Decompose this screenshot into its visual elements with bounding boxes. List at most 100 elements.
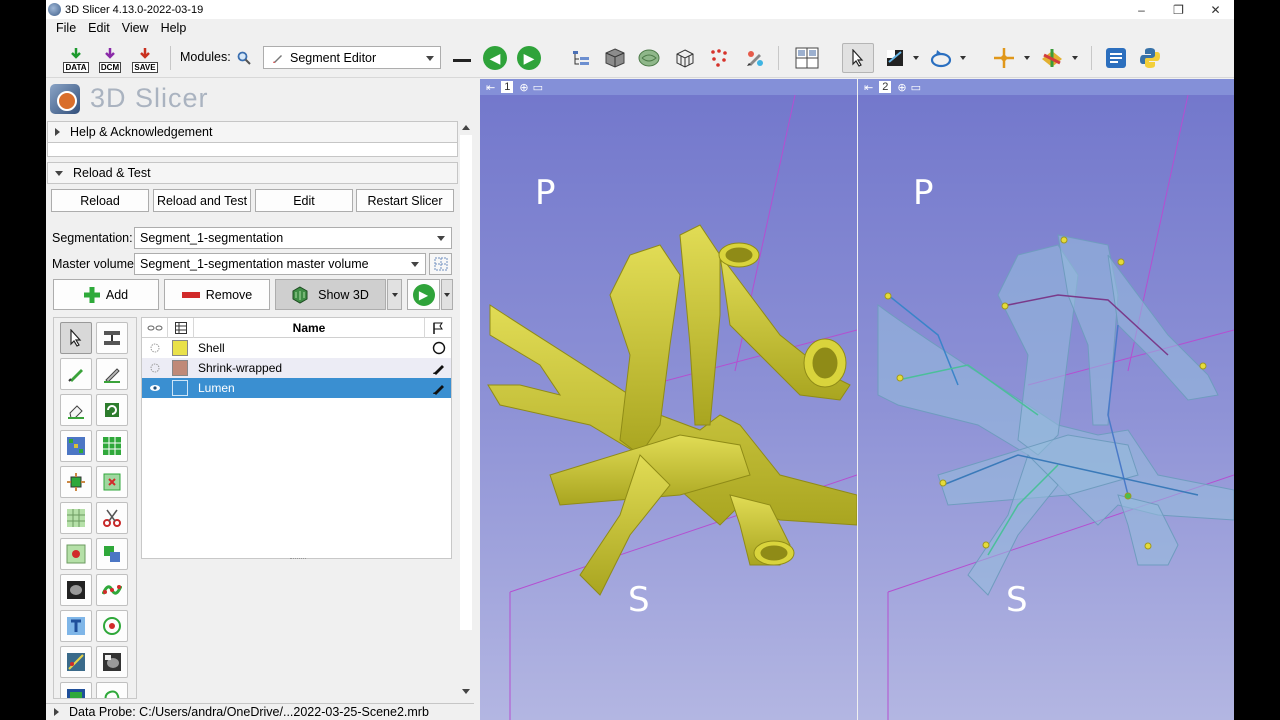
menu-help[interactable]: Help <box>155 21 193 35</box>
segment-color-swatch[interactable] <box>172 338 192 358</box>
back-module-button[interactable]: ◀ <box>481 38 509 78</box>
add-segment-button[interactable]: Add <box>53 279 159 310</box>
volumes-module-button[interactable] <box>603 38 627 78</box>
segment-row-lumen[interactable]: Lumen <box>142 378 451 398</box>
effect-fill-between-slices-button[interactable] <box>96 430 128 462</box>
markups-module-button[interactable] <box>707 38 731 78</box>
switch-to-segmentations-button[interactable]: ▶ <box>407 279 440 310</box>
segment-row-shrink-wrapped[interactable]: Shrink-wrapped <box>142 358 451 378</box>
effect-split-volume-button[interactable] <box>60 682 92 698</box>
transforms-module-button[interactable] <box>673 38 697 78</box>
menu-file[interactable]: File <box>50 21 82 35</box>
help-acknowledgement-section[interactable]: Help & Acknowledgement <box>47 121 458 143</box>
show-3d-button[interactable]: Show 3D <box>275 279 386 310</box>
window-level-dropdown[interactable] <box>910 38 922 78</box>
view-1-canvas[interactable]: P S <box>480 95 857 720</box>
segment-editor-module-button[interactable] <box>743 38 767 78</box>
segment-status[interactable] <box>429 338 449 358</box>
segment-color-swatch[interactable] <box>172 378 192 398</box>
module-history-button[interactable] <box>449 38 475 78</box>
segment-status[interactable] <box>429 358 449 378</box>
crosshair-dropdown[interactable] <box>1021 38 1033 78</box>
effect-engrave-button[interactable] <box>60 610 92 642</box>
name-column-header[interactable]: Name <box>194 318 425 338</box>
status-column-header[interactable] <box>425 318 451 338</box>
view-2-canvas[interactable]: P S <box>858 95 1234 720</box>
effect-none-button[interactable] <box>60 322 92 354</box>
layout-selector-button[interactable] <box>791 38 823 78</box>
segmentation-selector[interactable]: Segment_1-segmentation <box>134 227 452 249</box>
menu-view[interactable]: View <box>116 21 155 35</box>
module-selector[interactable]: Segment Editor <box>263 46 441 69</box>
segment-color-swatch[interactable] <box>172 358 192 378</box>
center-view-icon[interactable]: ⊕ <box>897 81 906 94</box>
minimize-button[interactable]: – <box>1123 0 1160 19</box>
restart-slicer-button[interactable]: Restart Slicer <box>356 189 454 212</box>
slice-intersections-dropdown[interactable] <box>1069 38 1081 78</box>
python-console-button[interactable] <box>1137 38 1163 78</box>
reload-and-test-button[interactable]: Reload and Test <box>153 189 251 212</box>
effect-smoothing-button[interactable] <box>60 502 92 534</box>
segment-status[interactable] <box>429 378 449 398</box>
load-dicom-button[interactable]: DCM <box>97 38 123 78</box>
scroll-up-arrow[interactable] <box>462 125 470 130</box>
pin-icon[interactable]: ⇤ <box>486 81 495 94</box>
remove-segment-button[interactable]: Remove <box>164 279 270 310</box>
master-volume-selector[interactable]: Segment_1-segmentation master volume <box>134 253 426 275</box>
segment-name[interactable]: Shell <box>198 338 423 358</box>
effect-local-threshold-button[interactable] <box>96 610 128 642</box>
effect-logical-operators-button[interactable] <box>96 538 128 570</box>
effect-scissors-button[interactable] <box>96 502 128 534</box>
reload-button[interactable]: Reload <box>51 189 149 212</box>
effect-draw-button[interactable] <box>96 358 128 390</box>
center-view-icon[interactable]: ⊕ <box>519 81 528 94</box>
scroll-thumb[interactable] <box>460 135 472 630</box>
segmentations-dropdown[interactable] <box>441 279 453 310</box>
reload-test-section[interactable]: Reload & Test <box>47 162 458 184</box>
forward-module-button[interactable]: ▶ <box>515 38 543 78</box>
visibility-column-header[interactable] <box>142 318 168 338</box>
maximize-view-icon[interactable]: ▭ <box>911 81 921 94</box>
view-rotate-dropdown[interactable] <box>957 38 969 78</box>
effect-margin-button[interactable] <box>60 466 92 498</box>
slice-intersections-button[interactable] <box>1038 38 1066 78</box>
effect-grow-from-seeds-button[interactable] <box>60 430 92 462</box>
load-data-button[interactable]: DATA <box>63 38 89 78</box>
3d-view-1[interactable]: ⇤ 1 ⊕ ▭ P S <box>480 79 857 720</box>
table-resize-grip[interactable] <box>290 558 306 560</box>
effect-wrap-solidify-button[interactable] <box>96 646 128 678</box>
effect-surface-cut-button[interactable] <box>60 646 92 678</box>
master-volume-geometry-button[interactable] <box>429 253 452 275</box>
extension-manager-button[interactable] <box>1103 38 1129 78</box>
visibility-toggle[interactable] <box>142 358 168 378</box>
menu-edit[interactable]: Edit <box>82 21 116 35</box>
maximize-view-icon[interactable]: ▭ <box>533 81 543 94</box>
models-module-button[interactable] <box>637 38 661 78</box>
mouse-mode-pointer-button[interactable] <box>842 43 874 73</box>
module-search-button[interactable] <box>234 38 254 78</box>
pin-icon[interactable]: ⇤ <box>864 81 873 94</box>
scroll-down-arrow[interactable] <box>462 689 470 694</box>
data-probe-section[interactable]: Data Probe: C:/Users/andra/OneDrive/...2… <box>46 703 474 720</box>
effect-erase-button[interactable] <box>60 394 92 426</box>
effect-hollow-button[interactable] <box>96 466 128 498</box>
window-level-button[interactable] <box>882 38 908 78</box>
effect-level-tracing-button[interactable] <box>96 394 128 426</box>
effect-threshold-button[interactable] <box>96 322 128 354</box>
maximize-button[interactable]: ❐ <box>1160 0 1197 19</box>
segment-row-shell[interactable]: Shell <box>142 338 451 358</box>
visibility-toggle[interactable] <box>142 378 168 398</box>
module-panel-scrollbar[interactable] <box>458 121 474 701</box>
segment-name[interactable]: Shrink-wrapped <box>198 358 423 378</box>
color-column-header[interactable] <box>168 318 194 338</box>
segment-name[interactable]: Lumen <box>198 378 423 398</box>
close-button[interactable]: ✕ <box>1197 0 1234 19</box>
edit-button[interactable]: Edit <box>255 189 353 212</box>
view-rotate-button[interactable] <box>928 38 954 78</box>
save-button[interactable]: SAVE <box>132 38 158 78</box>
show-3d-dropdown[interactable] <box>387 279 402 310</box>
effect-paint-button[interactable] <box>60 358 92 390</box>
visibility-toggle[interactable] <box>142 338 168 358</box>
crosshair-button[interactable] <box>991 38 1017 78</box>
effect-draw-tube-button[interactable] <box>96 574 128 606</box>
